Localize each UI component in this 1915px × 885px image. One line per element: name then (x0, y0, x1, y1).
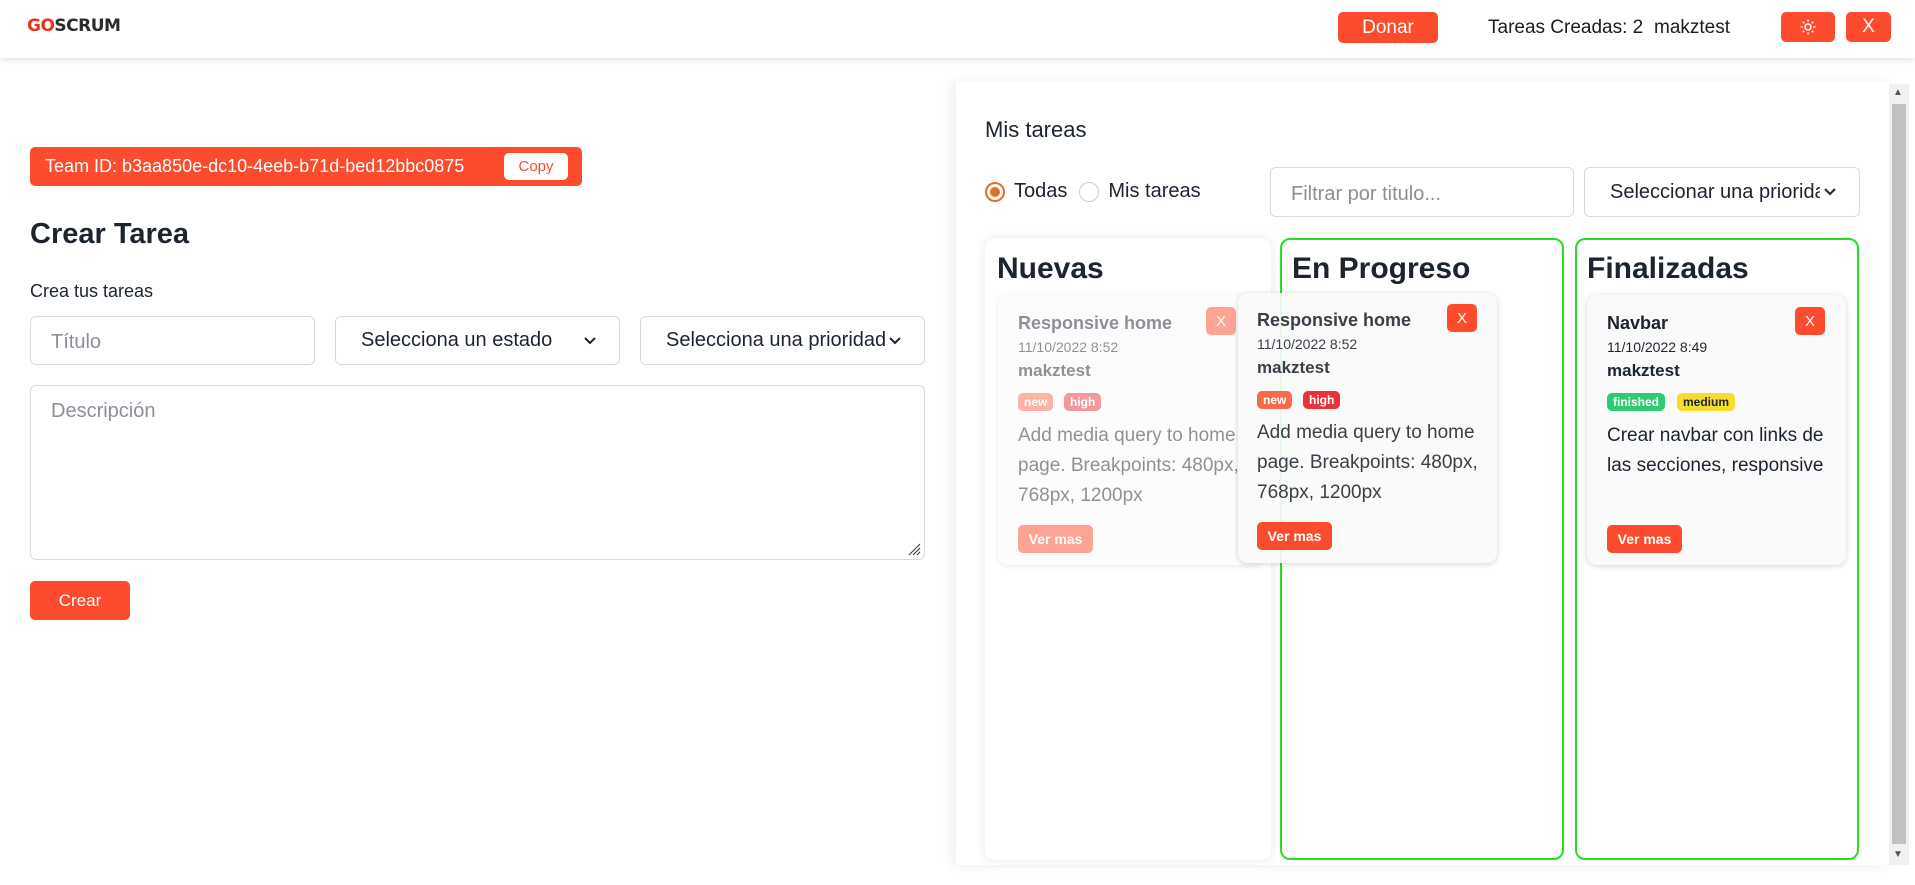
status-tag: new (1257, 391, 1293, 409)
create-task-title: Crear Tarea (30, 218, 190, 250)
task-date: 11/10/2022 8:52 (1018, 339, 1119, 355)
team-id-text: Team ID: b3aa850e-dc10-4eeb-b71d-bed12bb… (45, 156, 465, 176)
column-new-title: Nuevas (997, 252, 1104, 285)
title-input[interactable]: Título (30, 316, 315, 365)
column-in-progress-title: En Progreso (1292, 252, 1471, 285)
tasks-filter-radios: Todas Mis tareas (985, 180, 1201, 203)
priority-tag: high (1303, 391, 1341, 409)
status-select-label: Selecciona un estado (361, 329, 553, 351)
scroll-down-icon[interactable]: ▼ (1893, 849, 1903, 860)
create-task-subtitle: Crea tus tareas (30, 281, 154, 301)
top-header: GOSCRUM Donar Tareas Creadas: 2 makztest… (0, 0, 1915, 58)
task-date: 11/10/2022 8:49 (1607, 339, 1708, 355)
task-date: 11/10/2022 8:52 (1257, 336, 1358, 352)
see-more-button[interactable]: Ver mas (1607, 525, 1682, 553)
task-user: makztest (1018, 361, 1091, 380)
task-title: Navbar (1607, 313, 1669, 333)
filter-priority-label: Seleccionar una prioridad (1610, 180, 1820, 203)
radio-all[interactable] (985, 181, 1005, 202)
task-title: Responsive home (1018, 313, 1173, 333)
scroll-up-icon[interactable]: ▲ (1893, 87, 1903, 98)
donate-button[interactable]: Donar (1338, 12, 1438, 43)
sun-icon (1800, 19, 1816, 35)
status-select[interactable]: Selecciona un estado (335, 316, 620, 365)
filter-priority-select[interactable]: Seleccionar una prioridad (1584, 167, 1860, 217)
task-card-dragging[interactable]: Responsive home 11/10/2022 8:52 makztest… (1238, 293, 1497, 563)
username-label: makztest (1654, 17, 1731, 38)
task-user: makztest (1257, 358, 1330, 377)
see-more-button[interactable]: Ver mas (1257, 522, 1332, 550)
chevron-down-icon (889, 336, 901, 344)
priority-tag: medium (1677, 393, 1736, 411)
task-card-placeholder[interactable]: Responsive home 11/10/2022 8:52 makztest… (998, 295, 1263, 565)
chevron-down-icon (1824, 188, 1836, 196)
copy-button[interactable]: Copy (504, 153, 568, 180)
description-textarea[interactable]: Descripción (30, 385, 925, 560)
status-tag: new (1018, 393, 1054, 411)
see-more-button[interactable]: Ver mas (1018, 525, 1093, 553)
panel-scrollbar[interactable]: ▲ ▼ (1889, 84, 1909, 865)
column-finished-title: Finalizadas (1587, 252, 1749, 285)
theme-toggle-button[interactable] (1781, 12, 1835, 42)
delete-task-button[interactable]: X (1206, 307, 1236, 335)
task-card-navbar[interactable]: Navbar 11/10/2022 8:49 makztest finished… (1587, 295, 1846, 565)
goscrum-logo[interactable]: GOSCRUM (27, 16, 121, 36)
delete-task-button[interactable]: X (1447, 304, 1477, 332)
chevron-down-icon (584, 336, 596, 344)
resize-handle-icon[interactable] (907, 542, 921, 556)
task-description: Add media query to home page. Breakpoint… (1257, 422, 1478, 503)
team-id-bar: Team ID: b3aa850e-dc10-4eeb-b71d-bed12bb… (30, 147, 582, 186)
task-user: makztest (1607, 361, 1680, 380)
task-description: Add media query to home page. Breakpoint… (1018, 425, 1239, 506)
priority-select-label: Selecciona una prioridad (666, 329, 887, 351)
logout-button[interactable]: X (1846, 12, 1891, 42)
task-description: Crear navbar con links de las secciones,… (1607, 425, 1824, 476)
radio-mine-label[interactable]: Mis tareas (1108, 180, 1200, 203)
radio-mine[interactable] (1079, 181, 1100, 202)
delete-task-button[interactable]: X (1795, 307, 1825, 335)
radio-all-label[interactable]: Todas (1014, 180, 1067, 203)
status-tag: finished (1607, 393, 1666, 411)
create-task-button[interactable]: Crear (30, 581, 130, 620)
description-placeholder: Descripción (51, 400, 156, 422)
filter-title-input[interactable]: Filtrar por titulo... (1270, 167, 1574, 217)
tasks-created-count: Tareas Creadas: 2 (1488, 17, 1644, 38)
scrollbar-thumb[interactable] (1892, 104, 1906, 844)
task-title: Responsive home (1257, 310, 1412, 330)
priority-tag: high (1064, 393, 1102, 411)
my-tasks-title: Mis tareas (985, 117, 1087, 142)
priority-select[interactable]: Selecciona una prioridad (640, 316, 925, 365)
